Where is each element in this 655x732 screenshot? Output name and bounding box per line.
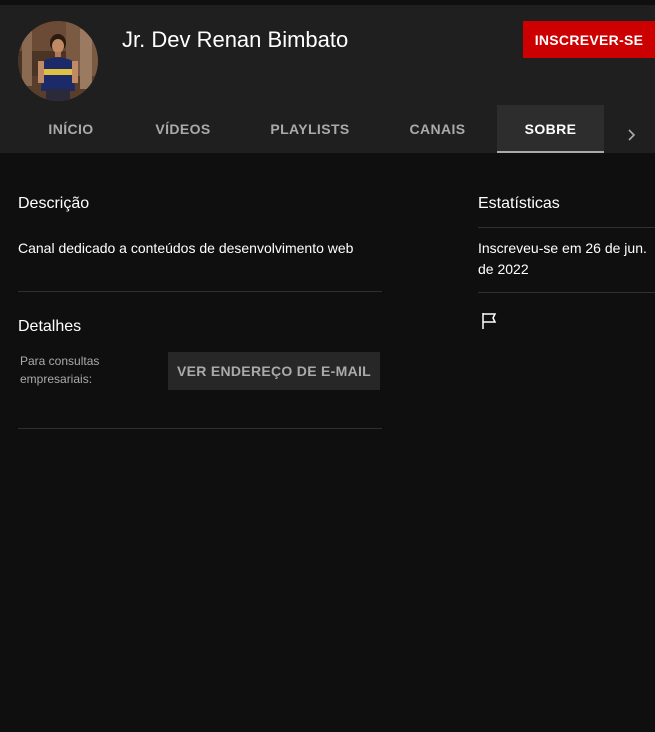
tab-inicio[interactable]: INÍCIO xyxy=(18,105,124,153)
business-label-line: empresariais: xyxy=(20,372,93,386)
divider xyxy=(478,292,655,293)
tab-sobre[interactable]: SOBRE xyxy=(497,105,604,154)
business-inquiries-label: Para consultas empresariais: xyxy=(20,352,99,388)
channel-avatar[interactable] xyxy=(18,21,98,101)
divider xyxy=(18,291,382,292)
description-title: Descrição xyxy=(18,195,90,212)
divider xyxy=(18,428,382,429)
about-page: Descrição Canal dedicado a conteúdos de … xyxy=(0,153,655,732)
details-title: Detalhes xyxy=(18,318,82,335)
channel-header: Jr. Dev Renan Bimbato INSCREVER-SE INÍCI… xyxy=(0,5,655,155)
divider xyxy=(478,227,655,228)
channel-name: Jr. Dev Renan Bimbato xyxy=(122,27,349,52)
avatar-photo xyxy=(18,21,98,101)
view-email-button[interactable]: VER ENDEREÇO DE E-MAIL xyxy=(168,352,380,390)
tab-canais[interactable]: CANAIS xyxy=(378,105,497,153)
tab-playlists[interactable]: PLAYLISTS xyxy=(242,105,378,153)
joined-date-line: de 2022 xyxy=(478,261,529,277)
joined-date-line: Inscreveu-se em 26 de jun. xyxy=(478,240,647,256)
channel-tabs: INÍCIO VÍDEOS PLAYLISTS CANAIS SOBRE xyxy=(18,105,604,154)
joined-date: Inscreveu-se em 26 de jun. de 2022 xyxy=(478,238,647,280)
stats-title: Estatísticas xyxy=(478,195,560,212)
business-label-line: Para consultas xyxy=(20,354,100,368)
flag-icon[interactable] xyxy=(480,311,500,331)
subscribe-button[interactable]: INSCREVER-SE xyxy=(523,21,655,58)
chevron-right-icon[interactable] xyxy=(616,115,646,155)
description-text: Canal dedicado a conteúdos de desenvolvi… xyxy=(18,240,354,256)
tab-videos[interactable]: VÍDEOS xyxy=(124,105,242,153)
